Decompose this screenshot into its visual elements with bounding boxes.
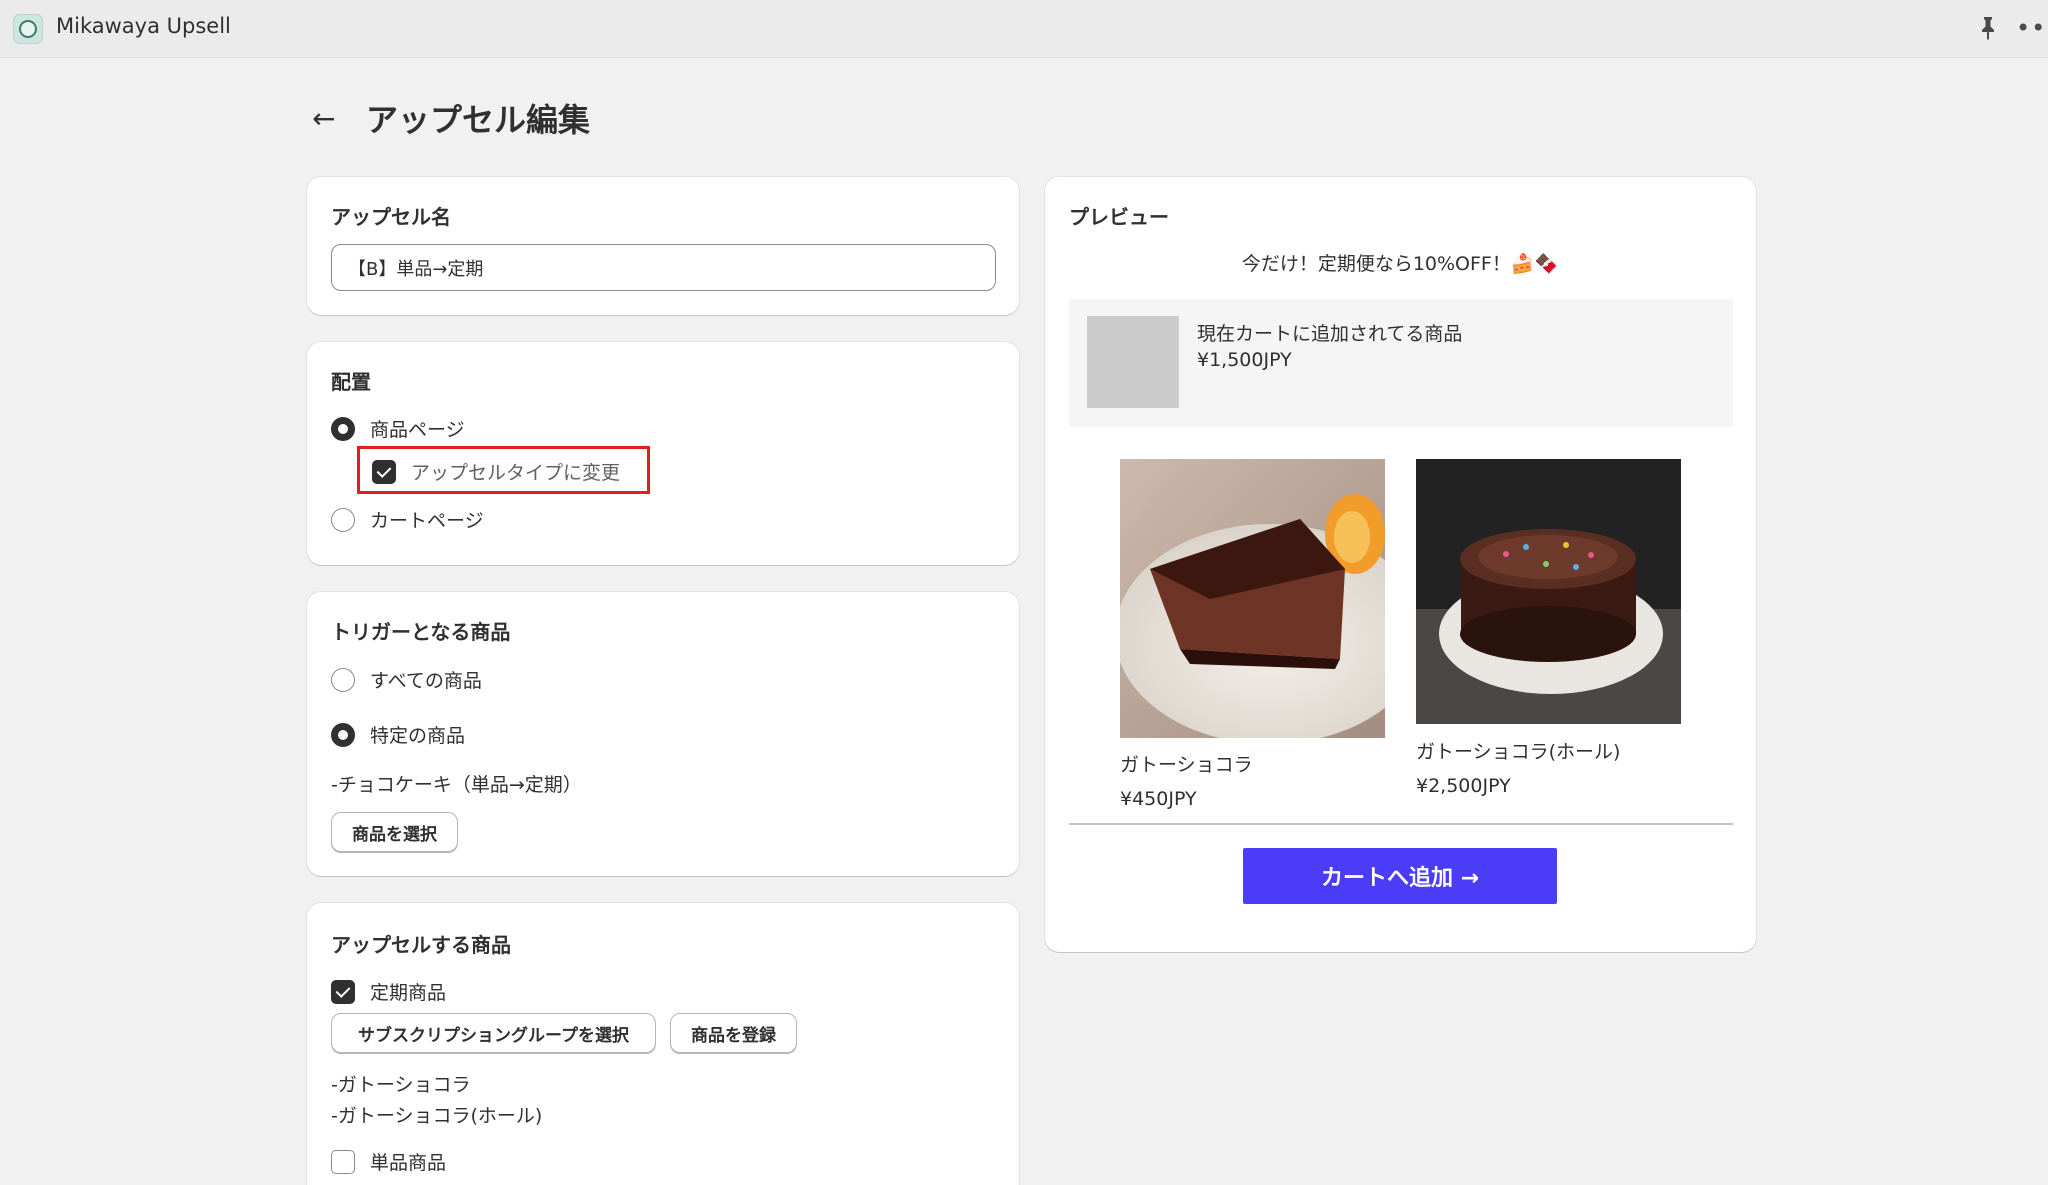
cart-item-thumbnail	[1087, 316, 1179, 408]
back-arrow-icon[interactable]: ←	[312, 102, 346, 135]
product-page-radio[interactable]: 商品ページ	[331, 415, 465, 442]
more-options-icon[interactable]: •••	[2016, 14, 2048, 42]
preview-title: プレビュー	[1069, 205, 1169, 229]
cart-page-label: カートページ	[370, 510, 484, 532]
preview-card: プレビュー 今だけ！定期便なら10%OFF！🍰🍫 現在カートに追加されてる商品 …	[1045, 177, 1756, 952]
register-product-button[interactable]: 商品を登録	[670, 1013, 797, 1053]
upsell-products-card: アップセルする商品 定期商品 サブスクリプショングループを選択 商品を登録 -ガ…	[307, 903, 1019, 1185]
subscription-checkbox[interactable]: 定期商品	[331, 978, 446, 1005]
cart-item-name: 現在カートに追加されてる商品	[1197, 323, 1463, 345]
add-to-cart-button[interactable]: カートへ追加 →	[1243, 848, 1557, 904]
product-price: ¥2,500JPY	[1416, 775, 1511, 797]
cart-page-radio-button[interactable]	[331, 507, 355, 532]
product-image[interactable]	[1416, 459, 1681, 724]
specific-products-radio-button[interactable]	[331, 722, 355, 747]
product-page-label: 商品ページ	[370, 419, 465, 441]
page-header: ← アップセル編集	[312, 96, 590, 140]
preview-banner: 今だけ！定期便なら10%OFF！🍰🍫	[1241, 253, 1559, 275]
trigger-card: トリガーとなる商品 すべての商品 特定の商品 -チョコケーキ（単品→定期） 商品…	[307, 592, 1019, 876]
cart-item-price: ¥1,500JPY	[1197, 349, 1292, 371]
all-products-label: すべての商品	[370, 670, 482, 692]
app-topbar: Mikawaya Upsell •••	[0, 0, 2048, 58]
selected-trigger-product: -チョコケーキ（単品→定期）	[331, 774, 582, 796]
single-product-checkbox-box[interactable]	[331, 1149, 355, 1174]
product-name: ガトーショコラ	[1120, 754, 1253, 776]
select-subscription-group-button[interactable]: サブスクリプショングループを選択	[331, 1013, 656, 1053]
preview-divider	[1069, 823, 1733, 825]
upsell-name-input[interactable]: 【B】単品→定期	[331, 244, 996, 291]
subscription-checkbox-box[interactable]	[331, 979, 355, 1004]
pin-icon[interactable]	[1976, 15, 2000, 41]
specific-products-label: 特定の商品	[370, 725, 466, 747]
single-product-label: 単品商品	[370, 1152, 447, 1174]
trigger-title: トリガーとなる商品	[331, 620, 511, 644]
placement-title: 配置	[331, 370, 371, 394]
upsell-name-card: アップセル名 【B】単品→定期	[307, 177, 1019, 315]
product-price: ¥450JPY	[1120, 788, 1197, 810]
cart-item-box: 現在カートに追加されてる商品 ¥1,500JPY	[1069, 299, 1733, 427]
specific-products-radio[interactable]: 特定の商品	[331, 721, 465, 748]
upsell-product-item: -ガトーショコラ(ホール)	[331, 1105, 543, 1127]
highlight-box	[357, 446, 650, 494]
app-title: Mikawaya Upsell	[56, 14, 231, 38]
product-name: ガトーショコラ(ホール)	[1416, 741, 1621, 763]
upsell-products-title: アップセルする商品	[331, 933, 511, 957]
cart-page-radio[interactable]: カートページ	[331, 506, 484, 533]
upsell-product-item: -ガトーショコラ	[331, 1074, 471, 1096]
upsell-name-title: アップセル名	[331, 205, 451, 229]
product-image[interactable]	[1120, 459, 1385, 738]
product-page-radio-button[interactable]	[331, 416, 355, 441]
single-product-checkbox[interactable]: 単品商品	[331, 1148, 446, 1175]
all-products-radio-button[interactable]	[331, 667, 355, 692]
select-product-button[interactable]: 商品を選択	[331, 812, 458, 852]
subscription-label: 定期商品	[370, 982, 447, 1004]
app-logo-icon	[13, 14, 43, 44]
page-title: アップセル編集	[366, 101, 591, 139]
all-products-radio[interactable]: すべての商品	[331, 666, 482, 693]
